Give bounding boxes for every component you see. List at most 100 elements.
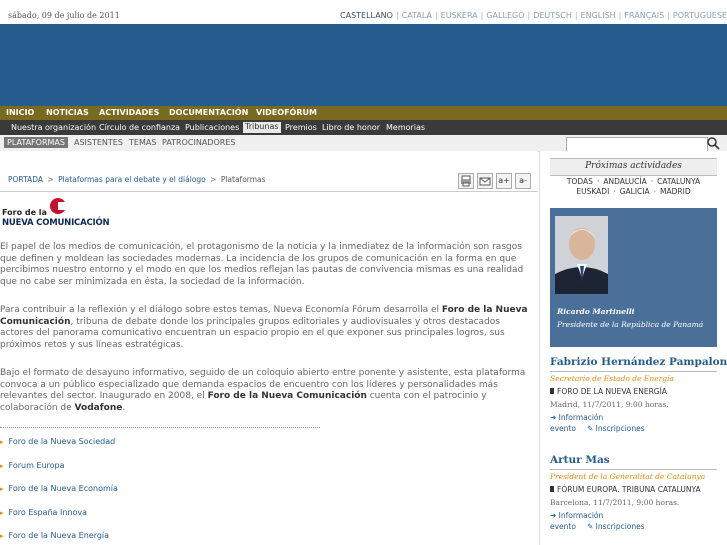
upcoming-heading: Próximas actividades — [585, 161, 682, 171]
info-icon: ➜ — [550, 413, 559, 422]
forum-link[interactable]: ▸ Foro de la Nueva Sociedad — [0, 437, 115, 446]
region-filter[interactable]: TODAS — [567, 177, 593, 186]
speaker-role: Presidente de la República de Panamá — [557, 320, 704, 329]
event-forum: FORO DE LA NUEVA ENERGÍA — [550, 387, 667, 396]
forum-link-label: Foro España Innova — [8, 507, 88, 517]
featured-speaker[interactable]: Ricardo Martinelli Presidente de la Repú… — [550, 208, 717, 347]
top-bar: sábado, 09 de julio de 2011 CASTELLANO | C… — [0, 0, 727, 25]
forum-link[interactable]: ▸ Foro de la Nueva Economía — [0, 484, 118, 493]
event-info-link[interactable]: ➜ Información — [550, 413, 603, 422]
navthird-item[interactable]: ASISTENTES — [74, 138, 123, 147]
region-filter[interactable]: EUSKADI — [576, 187, 609, 196]
region-separator: · — [650, 177, 654, 186]
language-separator: | — [574, 11, 578, 20]
event-info-link-line2[interactable]: evento — [550, 424, 576, 433]
region-separator: · — [596, 177, 600, 186]
arrow-icon: ▸ — [0, 461, 4, 470]
navmain-item[interactable]: NOTICIAS — [46, 108, 89, 117]
navmain-item[interactable]: DOCUMENTACIÓN — [169, 108, 248, 117]
arrow-icon: ▸ — [0, 485, 4, 493]
language-separator: | — [618, 11, 622, 20]
forum-link[interactable]: ▸ Forum Europa — [0, 461, 65, 470]
search-input[interactable] — [566, 137, 708, 152]
current-date: sábado, 09 de julio de 2011 — [8, 11, 120, 20]
event-info-link[interactable]: ➜ Información — [550, 511, 603, 520]
forum-link-label: Foro de la Nueva Economía — [8, 484, 118, 493]
event-date: Madrid, 11/7/2011, 9:00 horas. — [550, 400, 669, 409]
breadcrumb: PORTADA > Plataformas para el debate y e… — [8, 175, 266, 184]
language-separator: | — [667, 11, 670, 20]
navthird-item[interactable]: PLATAFORMAS — [4, 137, 68, 148]
language-option[interactable]: ENGLISH — [581, 11, 616, 20]
event-forum: FÓRUM EUROPA. TRIBUNA CATALUNYA — [550, 485, 701, 494]
breadcrumb-parent[interactable]: Plataformas para el debate y el diálogo — [58, 175, 206, 184]
forum-link[interactable]: ▸ Foro España Innova — [0, 508, 87, 517]
navsub-item[interactable]: Memorias — [386, 123, 425, 132]
navmain-item[interactable]: INICIO — [6, 108, 34, 117]
language-option[interactable]: DEUTSCH — [533, 11, 572, 20]
main-nav: INICIO NOTICIAS ACTIVIDADES DOCUMENTACIÓN VI… — [0, 106, 727, 120]
region-separator: · — [613, 187, 616, 196]
region-filter[interactable]: GALICIA — [620, 187, 650, 196]
intro-paragraph-2: Para contribuir a la reflexión y el diál… — [0, 305, 528, 350]
intro-paragraph-1: El papel de los medios de comunicación, … — [0, 242, 524, 287]
breadcrumb-sep: > — [47, 175, 54, 184]
forum-link-label: Foro de la Nueva Energía — [8, 531, 110, 540]
region-separator: · — [653, 187, 657, 196]
pencil-icon: ✎ — [587, 522, 596, 531]
region-filter[interactable]: MADRID — [660, 187, 691, 196]
breadcrumb-home[interactable]: PORTADA — [8, 175, 43, 184]
navthird-item[interactable]: TEMAS — [129, 138, 156, 147]
language-option[interactable]: EUSKERA — [441, 11, 478, 20]
forum-link-label: Forum Europa — [8, 460, 65, 470]
arrow-icon: ▸ — [0, 532, 4, 540]
navthird-item[interactable]: PATROCINADORES — [162, 138, 235, 147]
language-option[interactable]: GALLEGO — [486, 11, 524, 20]
forum-logo: Foro de la NUEVA COMUNICACIÓN — [0, 198, 121, 230]
language-option[interactable]: FRANÇAIS — [624, 11, 664, 20]
banner — [0, 24, 727, 106]
region-filter[interactable]: ANDALUCÍA — [603, 177, 646, 186]
intro-paragraph-3: Bajo el formato de desayuno informativo,… — [0, 368, 526, 413]
language-option[interactable]: PORTUGUESE — [673, 11, 727, 20]
event-signup-link[interactable]: ✎ Inscripciones — [587, 424, 645, 433]
breadcrumb-current: Plataformas — [220, 175, 266, 184]
navsub-item[interactable]: Tribunas — [243, 122, 281, 133]
navmain-item[interactable]: VIDEOFÓRUM — [256, 108, 317, 117]
sponsor-name: Vodafone — [74, 402, 123, 413]
language-selector: CASTELLANO | CATALÀ | EUSKERA | GALLEGO | DEUTSC… — [340, 11, 727, 20]
speaker-photo — [555, 216, 608, 294]
email-icon[interactable] — [477, 173, 493, 189]
arrow-icon: ▸ — [0, 508, 4, 517]
pencil-icon: ✎ — [587, 424, 596, 433]
language-option[interactable]: CASTELLANO — [340, 11, 393, 20]
language-separator: | — [527, 11, 531, 20]
forum-link-label: Foro de la Nueva Sociedad — [8, 437, 116, 446]
event-speaker-name[interactable]: Fabrizio Hernández Pampaloni — [550, 356, 727, 368]
print-icon[interactable] — [458, 173, 474, 189]
event-signup-link[interactable]: ✎ Inscripciones — [587, 522, 645, 531]
font-increase-button[interactable]: a+ — [496, 173, 512, 189]
region-filter[interactable]: CATALUNYA — [657, 177, 700, 186]
event-info-link-line2[interactable]: evento — [550, 522, 576, 531]
forum-link[interactable]: ▸ Foro de la Nueva Energía — [0, 531, 109, 540]
speaker-name: Ricardo Martinelli — [557, 307, 635, 316]
event-speaker-role: President de la Generalitat de Catalunya — [550, 472, 706, 481]
font-decrease-button[interactable]: a- — [515, 173, 531, 189]
event-speaker-role: Secretario de Estado de Energía — [550, 374, 674, 383]
navmain-item[interactable]: ACTIVIDADES — [99, 108, 159, 117]
event-speaker-name[interactable]: Artur Mas — [550, 454, 610, 466]
arrow-icon: ▸ — [0, 438, 4, 446]
language-option[interactable]: CATALÀ — [402, 11, 432, 20]
navsub-item[interactable]: Publicaciones — [185, 123, 239, 132]
navsub-item[interactable]: Nuestra organización — [11, 123, 96, 132]
navsub-item[interactable]: Libro de honor — [322, 123, 380, 132]
navsub-item[interactable]: Círculo de confianza — [99, 123, 180, 132]
language-separator: | — [434, 11, 438, 20]
info-icon: ➜ — [550, 511, 559, 520]
navsub-item[interactable]: Premios — [285, 123, 317, 132]
breadcrumb-sep: > — [210, 175, 217, 184]
search-icon[interactable] — [706, 136, 720, 150]
language-separator: | — [395, 11, 399, 20]
logo-line2: NUEVA COMUNICACIÓN — [2, 218, 110, 228]
